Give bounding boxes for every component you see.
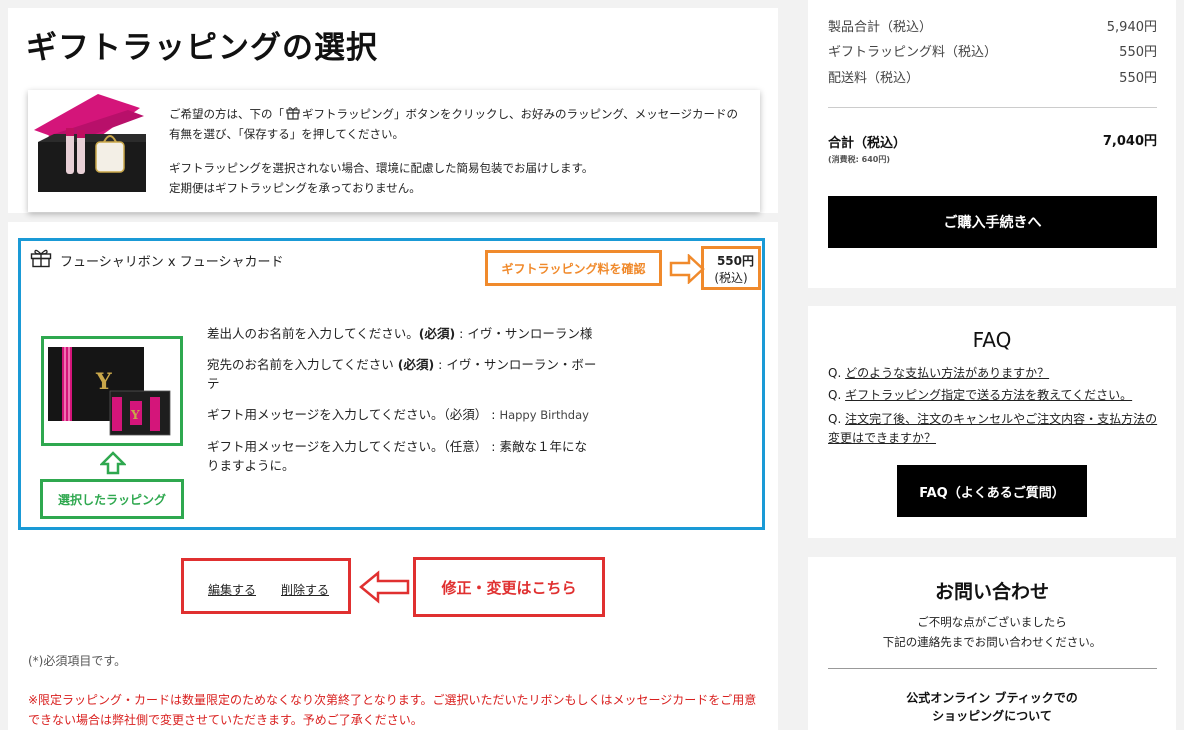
field-value: Happy Birthday	[499, 408, 589, 422]
field-label: 宛先のお名前を入力してください	[207, 357, 398, 372]
contact-sub-line: 下記の連絡先までお問い合わせください。	[882, 635, 1102, 649]
gift-icon	[30, 249, 52, 268]
edit-delete-links: 編集する 削除する	[181, 558, 351, 614]
wrapping-image-frame: Y Y	[41, 336, 183, 446]
delete-link[interactable]: 削除する	[281, 581, 329, 598]
checkout-button[interactable]: ご購入手続きへ	[828, 196, 1157, 248]
contact-panel: お問い合わせ ご不明な点がございましたら 下記の連絡先までお問い合わせください。…	[808, 557, 1176, 730]
order-summary: 製品合計（税込） 5,940円 ギフトラッピング料（税込） 550円 配送料（税…	[808, 0, 1176, 288]
left-arrow-icon	[359, 570, 410, 604]
wrapping-box-image: Y Y	[44, 339, 180, 443]
summary-row-wrapping: ギフトラッピング料（税込） 550円	[828, 41, 1157, 60]
wrapping-price: 550円 (税込)	[701, 246, 761, 290]
contact-divider	[828, 668, 1157, 669]
summary-divider	[828, 107, 1157, 108]
edit-here-annotation: 修正・変更はこちら	[413, 557, 605, 617]
intro-line-3: 定期便はギフトラッピングを承っておりません。	[169, 181, 421, 195]
faq-q-prefix: Q.	[828, 412, 842, 426]
intro-line-1a: ご希望の方は、下の「	[169, 107, 284, 121]
intro-line-2: ギフトラッピングを選択されない場合、環境に配慮した簡易包装でお届けします。	[169, 161, 594, 175]
field-required: (必須)	[418, 326, 456, 341]
wrapping-fields: 差出人のお名前を入力してください。(必須) : イヴ・サンローラン様 宛先のお名…	[207, 324, 597, 487]
summary-row-shipping: 配送料（税込） 550円	[828, 67, 1157, 86]
summary-value: 5,940円	[1106, 20, 1157, 35]
right-arrow-icon	[669, 254, 705, 284]
contact-heading-line: 公式オンライン ブティックでの	[906, 691, 1078, 705]
total-label: 合計（税込）	[828, 136, 907, 151]
intro-box: ご希望の方は、下の「 ギフトラッピング」ボタンをクリックし、お好みのラッピング、メ…	[28, 90, 760, 212]
contact-heading: 公式オンライン ブティックでの ショッピングについて	[808, 689, 1176, 725]
field-sep: :	[487, 439, 500, 454]
field-label: ギフト用メッセージを入力してください。（必須）	[207, 407, 488, 422]
faq-question-link[interactable]: どのような支払い方法がありますか？	[845, 366, 1049, 380]
faq-q-prefix: Q.	[828, 388, 842, 402]
edit-link[interactable]: 編集する	[208, 581, 256, 598]
up-arrow-icon	[100, 451, 126, 475]
contact-sub-line: ご不明な点がございましたら	[917, 615, 1067, 629]
summary-label: ギフトラッピング料（税込）	[828, 45, 998, 60]
faq-question-link[interactable]: 注文完了後、注文のキャンセルやご注文内容・支払方法の変更はできますか？	[828, 412, 1157, 445]
faq-question: Q. どのような支払い方法がありますか？	[828, 364, 1163, 383]
field-sep: :	[434, 357, 447, 372]
selected-wrapping-block: フューシャリボン x フューシャカード ギフトラッピング料を確認 550円 (税…	[18, 238, 765, 530]
gift-icon	[286, 107, 300, 120]
field-sep: :	[487, 407, 500, 422]
svg-text:Y: Y	[95, 369, 112, 395]
recipient-name-field: 宛先のお名前を入力してください (必須) : イヴ・サンローラン・ボーテ	[207, 355, 597, 393]
wrapping-name: フューシャリボン x フューシャカード	[60, 255, 284, 270]
faq-question: Q. 注文完了後、注文のキャンセルやご注文内容・支払方法の変更はできますか？	[828, 410, 1163, 448]
field-label: ギフト用メッセージを入力してください。（任意）	[207, 439, 488, 454]
faq-question-link[interactable]: ギフトラッピング指定で送る方法を教えてください。	[845, 388, 1132, 402]
faq-panel: FAQ Q. どのような支払い方法がありますか？ Q. ギフトラッピング指定で送…	[808, 306, 1176, 538]
field-value: イヴ・サンローラン様	[467, 326, 593, 341]
summary-value: 550円	[1119, 45, 1157, 60]
summary-row-products: 製品合計（税込） 5,940円	[828, 16, 1157, 35]
contact-title: お問い合わせ	[934, 581, 1049, 603]
gift-message-required-field: ギフト用メッセージを入力してください。（必須） : Happy Birthday	[207, 405, 597, 425]
gift-message-optional-field: ギフト用メッセージを入力してください。（任意） : 素敵な１年になりますように。	[207, 437, 597, 475]
total-value: 7,040円	[1102, 134, 1157, 149]
faq-q-prefix: Q.	[828, 366, 842, 380]
limited-warning: ※限定ラッピング・カードは数量限定のためなくなり次第終了となります。ご選択いただ…	[28, 693, 757, 727]
contact-subtitle: ご不明な点がございましたら 下記の連絡先までお問い合わせください。	[808, 612, 1176, 652]
field-label: 差出人のお名前を入力してください。	[207, 326, 419, 341]
price-check-annotation: ギフトラッピング料を確認	[485, 250, 662, 286]
faq-button[interactable]: FAQ（よくあるご質問）	[897, 465, 1087, 517]
svg-text:Y: Y	[130, 408, 140, 422]
field-required: (必須)	[397, 357, 435, 372]
gift-set-image	[28, 90, 150, 196]
field-sep: :	[455, 326, 468, 341]
selected-wrap-annotation: 選択したラッピング	[40, 479, 184, 519]
summary-label: 製品合計（税込）	[828, 20, 933, 35]
summary-value: 550円	[1119, 71, 1157, 86]
contact-heading-line: ショッピングについて	[932, 709, 1052, 723]
page-title: ギフトラッピングの選択	[26, 30, 378, 66]
summary-label: 配送料（税込）	[828, 71, 920, 86]
required-note: (*)必須項目です。	[28, 654, 127, 668]
wrapping-price-tax: (税込)	[714, 271, 748, 285]
intro-text: ご希望の方は、下の「 ギフトラッピング」ボタンをクリックし、お好みのラッピング、メ…	[169, 104, 744, 198]
sender-name-field: 差出人のお名前を入力してください。(必須) : イヴ・サンローラン様	[207, 324, 597, 343]
faq-question: Q. ギフトラッピング指定で送る方法を教えてください。	[828, 386, 1163, 405]
wrapping-price-amount: 550円	[716, 254, 754, 268]
faq-title: FAQ	[972, 328, 1012, 352]
tax-note: (消費税: 640円)	[828, 155, 890, 164]
